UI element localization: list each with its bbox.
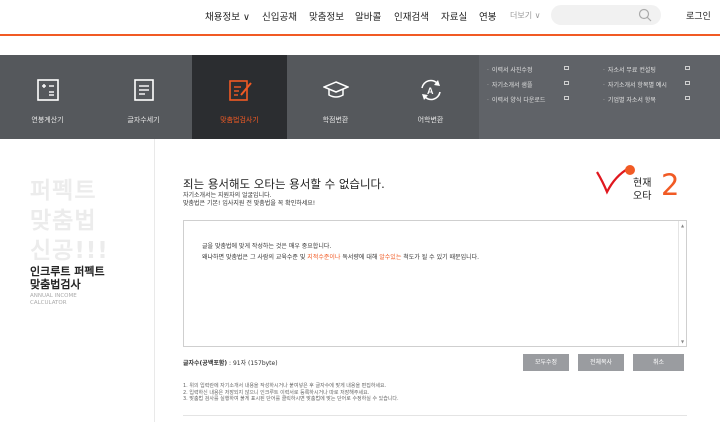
document-icon: [133, 79, 154, 101]
status-label-typo: 오타: [633, 191, 652, 202]
graduation-cap-icon: [322, 81, 349, 98]
sidebar-watermark: 신공!!!: [30, 238, 109, 264]
link-free-consulting[interactable]: 자소서 무료 컨설팅: [603, 65, 656, 74]
quick-links: 이력서 사진수정 자기소개서 샘플 이력서 양식 다운로드 자소서 무료 컨설팅…: [479, 55, 720, 139]
link-box-icon: [564, 66, 569, 70]
nav-item-new-grads[interactable]: 신입공채: [262, 9, 297, 23]
nav-item-jobs[interactable]: 채용정보 ∨: [205, 9, 250, 23]
nav-item-custom-info[interactable]: 맞춤정보: [309, 9, 344, 23]
usage-notes: 1. 위의 입력란에 자기소개서 내용을 작성하시거나 붙여넣은 후 글자수에 …: [183, 383, 399, 402]
link-photo-edit[interactable]: 이력서 사진수정: [487, 65, 533, 74]
copy-all-button[interactable]: 전체복사: [578, 354, 624, 371]
link-box-icon: [685, 66, 690, 70]
edit-icon: [228, 80, 252, 101]
search-icon[interactable]: [638, 8, 652, 22]
tool-label: 글자수세기: [127, 116, 160, 124]
tool-salary-calculator[interactable]: 연봉계산기: [0, 55, 95, 139]
editor-line: 왜냐하면 맞춤법은 그 사람의 교육수준 및 지적수준이나 독서량에 대해 알수…: [202, 254, 480, 261]
scroll-up-icon[interactable]: ▲: [681, 223, 684, 228]
calculator-icon: [36, 79, 59, 101]
top-navigation: 채용정보 ∨ 신입공채 맞춤정보 알바콜 인재검색 자료실 연봉 더보기 ∨ 로…: [0, 0, 720, 30]
nav-item-talent-search[interactable]: 인재검색: [394, 9, 429, 23]
link-box-icon: [564, 81, 569, 85]
link-resume-download[interactable]: 이력서 양식 다운로드: [487, 95, 546, 104]
link-box-icon: [685, 81, 690, 85]
link-box-icon: [685, 96, 690, 100]
page-description: 자기소개서는 지원자의 얼굴입니다. 맞춤법은 기본! 입사지원 전 맞춤법을 …: [183, 192, 316, 207]
language-convert-icon: A: [420, 79, 441, 101]
tool-label: 학점변환: [322, 116, 349, 124]
sidebar-watermark: 맞춤법: [30, 208, 97, 234]
tool-label: 어학변환: [417, 116, 444, 124]
tool-language-converter[interactable]: A 어학변환: [383, 55, 478, 139]
typo-status: 현재 오타 2: [595, 162, 695, 210]
text-editor[interactable]: 글을 맞춤법에 맞게 작성하는 것은 매우 중요합니다. 왜냐하면 맞춤법은 그…: [183, 220, 687, 347]
nav-more-button[interactable]: 더보기 ∨: [510, 10, 540, 21]
fix-all-button[interactable]: 모두수정: [523, 354, 569, 371]
login-link[interactable]: 로그인: [686, 9, 711, 22]
divider: [183, 415, 687, 416]
header-divider: [0, 34, 720, 36]
search-input[interactable]: [551, 5, 661, 25]
link-company-items[interactable]: 기업별 자소서 항목: [603, 95, 656, 104]
tool-label: 연봉계산기: [31, 116, 64, 124]
nav-item-albacall[interactable]: 알바콜: [355, 9, 381, 23]
editor-line: 글을 맞춤법에 맞게 작성하는 것은 매우 중요합니다.: [202, 243, 332, 250]
link-item-examples[interactable]: 자기소개서 항목별 예시: [603, 80, 667, 89]
tool-label: 맞춤법검사기: [220, 116, 259, 124]
character-count: 글자수(공백포함) : 91자 (157byte): [183, 360, 278, 367]
link-intro-sample[interactable]: 자기소개서 샘플: [487, 80, 533, 89]
svg-text:A: A: [427, 86, 434, 96]
sidebar-watermark: 퍼펙트: [30, 178, 97, 204]
editor-scrollbar[interactable]: ▲ ▼: [678, 221, 686, 346]
tool-grade-converter[interactable]: 학점변환: [288, 55, 383, 139]
sidebar-subtitle: ANNUAL INCOME CALCULATOR: [30, 293, 77, 306]
typo-highlight[interactable]: 지적수준이나: [307, 254, 340, 261]
tools-bar: 연봉계산기 글자수세기 맞춤법검사기 학점변환 A 어학변환 · 이력서 사진수…: [0, 55, 720, 139]
typo-count: 2: [661, 168, 680, 202]
sidebar: 퍼펙트 맞춤법 신공!!! 인크루트 퍼펙트 맞춤법검사 ANNUAL INCO…: [0, 139, 155, 422]
scroll-down-icon[interactable]: ▼: [681, 339, 684, 344]
sidebar-title: 인크루트 퍼펙트 맞춤법검사: [30, 265, 105, 291]
link-box-icon: [564, 96, 569, 100]
tool-spell-checker[interactable]: 맞춤법검사기: [192, 55, 287, 139]
typo-highlight[interactable]: 알수있는: [379, 254, 401, 261]
tool-character-count[interactable]: 글자수세기: [96, 55, 191, 139]
cancel-button[interactable]: 취소: [633, 354, 684, 371]
nav-item-salary[interactable]: 연봉: [479, 9, 496, 23]
page-title: 죄는 용서해도 오타는 용서할 수 없습니다.: [183, 177, 385, 191]
nav-item-resources[interactable]: 자료실: [441, 9, 467, 23]
